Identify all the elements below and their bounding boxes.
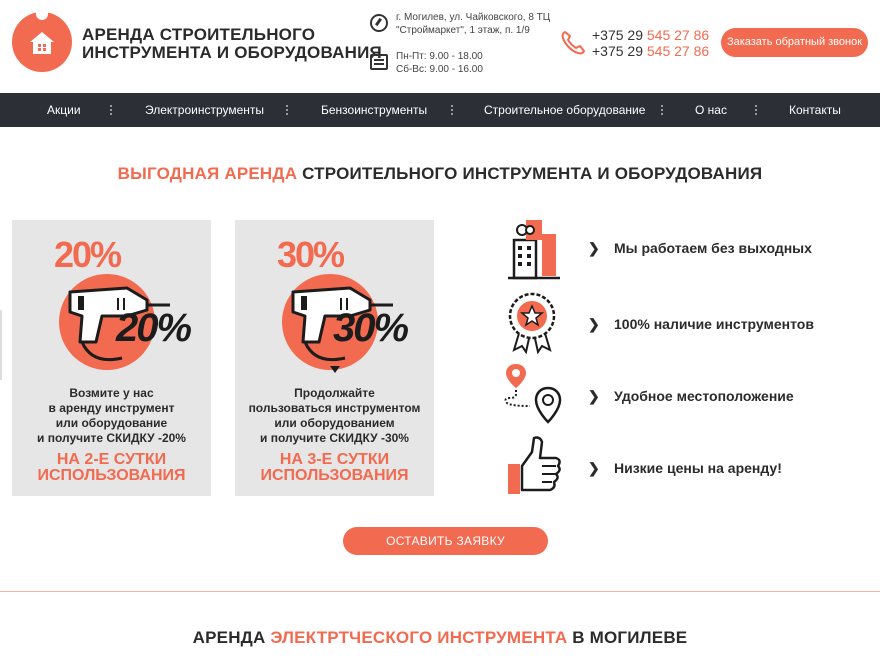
nav-separator	[286, 105, 288, 115]
ghost-percent: 20%	[54, 234, 122, 275]
section-title-highlight: ВЫГОДНАЯ АРЕНДА	[117, 164, 298, 183]
bottom-title-part-1: АРЕНДА	[192, 628, 271, 647]
section-divider	[0, 591, 880, 592]
phone-1[interactable]: +375 29 545 27 86	[592, 27, 709, 43]
callback-button[interactable]: Заказать обратный звонок	[721, 28, 868, 57]
badge-star-icon	[508, 292, 556, 354]
schedule-icon	[370, 54, 388, 70]
arrow-down-icon	[330, 366, 340, 373]
caption-line: пользоваться инструментом	[248, 401, 421, 415]
logo-icon[interactable]	[12, 10, 72, 72]
promo-line: НА 3-Е СУТКИ	[279, 451, 390, 468]
phone-1-prefix: +375 29	[592, 27, 647, 43]
promo-card-20: 20% 20% Возмите у нас в аренду инструмен…	[12, 220, 211, 496]
chevron-right-icon: ❯	[588, 316, 600, 332]
ghost-percent: 30%	[277, 234, 345, 275]
phone-2[interactable]: +375 29 545 27 86	[592, 43, 709, 59]
chevron-right-icon: ❯	[588, 388, 600, 404]
chevron-right-icon: ❯	[588, 460, 600, 476]
feature-low-prices: ❯ Низкие цены на аренду!	[500, 434, 860, 494]
logo-line-2: ИНСТРУМЕНТА И ОБОРУДОВАНИЯ	[82, 43, 382, 62]
phone-2-number: 545 27 86	[646, 43, 710, 59]
chevron-right-icon: ❯	[588, 240, 600, 256]
nav-separator	[755, 105, 757, 115]
buildings-icon	[508, 220, 560, 280]
bottom-title-part-2: В МОГИЛЕВЕ	[567, 628, 688, 647]
logo-title[interactable]: АРЕНДА СТРОИТЕЛЬНОГО ИНСТРУМЕНТА И ОБОРУ…	[82, 26, 382, 62]
nav-item-construction-equipment[interactable]: Строительное оборудование	[484, 93, 645, 127]
phone-numbers: +375 29 545 27 86 +375 29 545 27 86	[592, 27, 709, 59]
feature-no-days-off: ❯ Мы работаем без выходных	[500, 218, 860, 280]
feature-label: Мы работаем без выходных	[614, 240, 812, 256]
address: г. Могилев, ул. Чайковского, 8 ТЦ "Строй…	[396, 11, 550, 37]
address-line-1: г. Могилев, ул. Чайковского, 8 ТЦ	[396, 12, 551, 23]
discount-percent: 20%	[116, 306, 192, 350]
working-hours: Пн-Пт: 9.00 - 18.00 Сб-Вс: 9.00 - 16.00	[396, 50, 483, 76]
caption-line: и получите СКИДКУ -30%	[260, 431, 409, 445]
promo-line: ИСПОЛЬЗОВАНИЯ	[260, 467, 409, 484]
feature-label: Удобное местоположение	[614, 388, 794, 404]
nav-item-about[interactable]: О нас	[695, 93, 727, 127]
nav-separator	[110, 105, 112, 115]
section-title-rest: СТРОИТЕЛЬНОГО ИНСТРУМЕНТА И ОБОРУДОВАНИЯ	[297, 164, 763, 183]
thumbs-up-icon	[508, 436, 561, 494]
promo-line: ИСПОЛЬЗОВАНИЯ	[37, 467, 186, 484]
nav-item-electric-tools[interactable]: Электроинструменты	[145, 93, 264, 127]
submit-request-button[interactable]: ОСТАВИТЬ ЗАЯВКУ	[343, 527, 548, 555]
address-line-2: "Строймаркет", 1 этаж, п. 1/9	[396, 25, 530, 36]
promo-line: НА 2-Е СУТКИ	[56, 451, 167, 468]
nav-separator	[451, 105, 453, 115]
caption-line: Продолжайте	[294, 386, 375, 400]
feature-location: ❯ Удобное местоположение	[500, 362, 860, 424]
promo-caption: Продолжайте пользоваться инструментом ил…	[235, 386, 434, 446]
map-route-icon	[504, 364, 562, 424]
promo-highlight: НА 2-Е СУТКИ ИСПОЛЬЗОВАНИЯ	[12, 452, 211, 484]
nav-separator	[661, 105, 663, 115]
promo-caption: Возмите у нас в аренду инструмент или об…	[12, 386, 211, 446]
feature-label: 100% наличие инструментов	[614, 316, 814, 332]
phone-2-prefix: +375 29	[592, 43, 647, 59]
bottom-section-title: АРЕНДА ЭЛЕКТРТЧЕСКОГО ИНСТРУМЕНТА В МОГИ…	[0, 628, 880, 648]
phone-1-number: 545 27 86	[646, 27, 710, 43]
nav-item-contacts[interactable]: Контакты	[789, 93, 841, 127]
nav-item-petrol-tools[interactable]: Бензоинструменты	[321, 93, 427, 127]
bottom-title-highlight: ЭЛЕКТРТЧЕСКОГО ИНСТРУМЕНТА	[270, 628, 568, 647]
caption-line: в аренду инструмент	[48, 401, 175, 415]
feature-availability: ❯ 100% наличие инструментов	[500, 290, 860, 354]
site-header: АРЕНДА СТРОИТЕЛЬНОГО ИНСТРУМЕНТА И ОБОРУ…	[0, 0, 880, 93]
caption-line: и получите СКИДКУ -20%	[37, 431, 186, 445]
caption-line: Возмите у нас	[69, 386, 154, 400]
nav-item-promotions[interactable]: Акции	[47, 93, 81, 127]
promo-highlight: НА 3-Е СУТКИ ИСПОЛЬЗОВАНИЯ	[235, 452, 434, 484]
discount-percent: 30%	[333, 306, 409, 350]
compass-icon	[370, 14, 388, 32]
phone-icon	[561, 31, 585, 55]
hours-weekend: Сб-Вс: 9.00 - 16.00	[396, 64, 483, 75]
side-tab[interactable]	[0, 310, 2, 380]
caption-line: или оборудование	[55, 416, 168, 430]
section-title: ВЫГОДНАЯ АРЕНДА СТРОИТЕЛЬНОГО ИНСТРУМЕНТ…	[0, 164, 880, 184]
hours-weekdays: Пн-Пт: 9.00 - 18.00	[396, 51, 483, 62]
caption-line: или оборудованием	[274, 416, 395, 430]
promo-card-30: 30% 30% Продолжайте пользоваться инструм…	[235, 220, 434, 496]
main-nav: Акции Электроинструменты Бензоинструмент…	[0, 93, 880, 127]
logo-line-1: АРЕНДА СТРОИТЕЛЬНОГО	[82, 25, 316, 44]
feature-label: Низкие цены на аренду!	[614, 460, 782, 476]
